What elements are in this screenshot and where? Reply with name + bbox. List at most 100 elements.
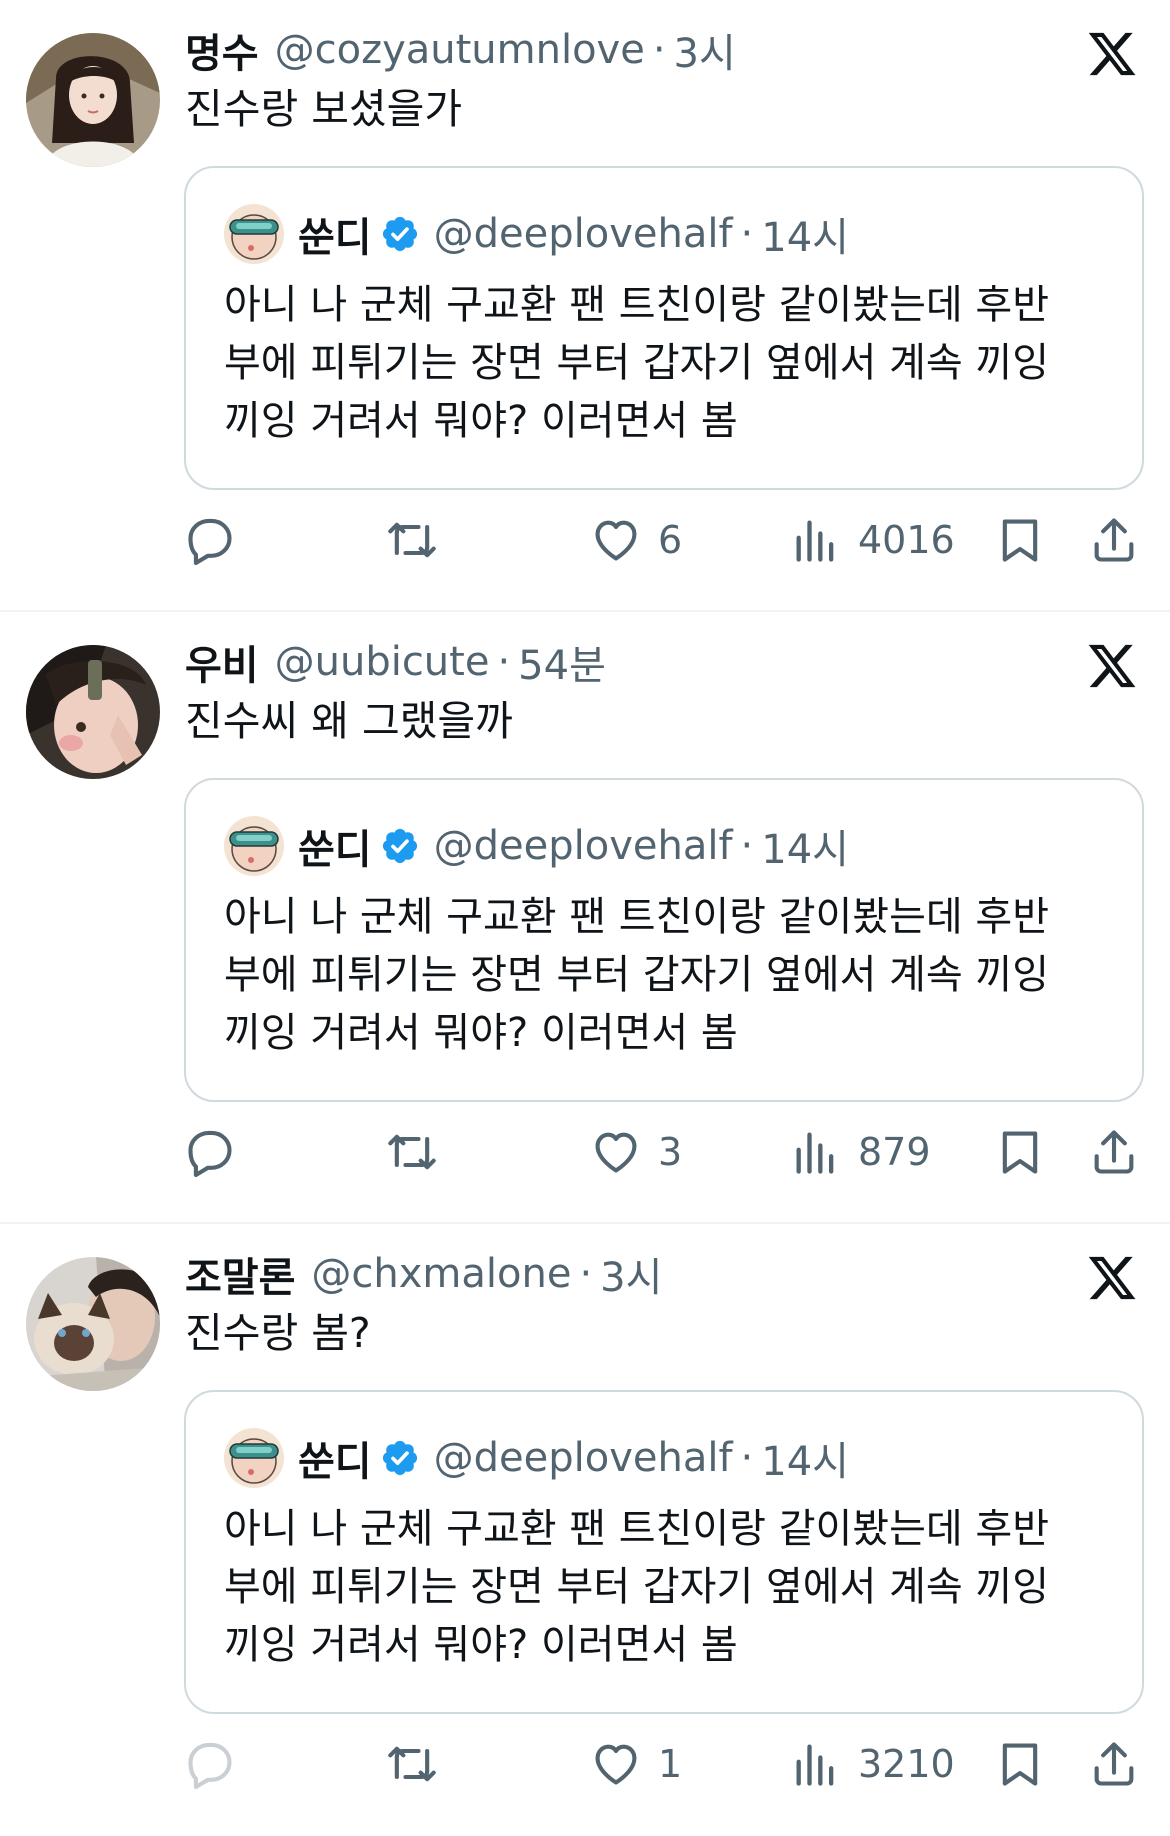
like-count: 1 (658, 1742, 683, 1786)
quoted-tweet-text: 아니 나 군체 구교환 팬 트친이랑 같이봤는데 후반 부에 피튀기는 장면 부… (224, 1500, 1124, 1674)
quoted-text-line: 끼잉 거려서 뭐야? 이러면서 봄 (224, 1010, 738, 1056)
quoted-text-line: 아니 나 군체 구교환 팬 트친이랑 같이봤는데 후반 (224, 894, 1050, 940)
display-name[interactable]: 우비 (185, 633, 259, 691)
quoted-tweet-header: 쑨디 @deeplovehalf · 14시 (224, 1428, 849, 1488)
quoted-text-line: 부에 피튀기는 장면 부터 갑자기 옆에서 계속 끼잉 (224, 340, 1050, 386)
tweet-card[interactable]: 명수 @cozyautumnlove · 3시 진수랑 보셨을가 쑨디 @dee… (0, 0, 1170, 612)
reply-icon (184, 514, 236, 566)
bookmark-icon (994, 1126, 1046, 1178)
avatar[interactable] (26, 1257, 160, 1391)
tweet-text: 진수랑 봄? (185, 1309, 371, 1357)
reply-feed: 명수 @cozyautumnlove · 3시 진수랑 보셨을가 쑨디 @dee… (0, 0, 1170, 1836)
x-logo-icon (1086, 28, 1138, 80)
share-icon (1088, 514, 1140, 566)
verified-badge-icon (380, 214, 420, 254)
tweet-header: 조말론 @chxmalone · 3시 (185, 1244, 662, 1304)
action-bar: 6 4016 (0, 505, 1170, 575)
timestamp[interactable]: 3시 (674, 21, 736, 79)
quoted-text-line: 부에 피튀기는 장면 부터 갑자기 옆에서 계속 끼잉 (224, 1564, 1050, 1610)
quoted-tweet[interactable]: 쑨디 @deeplovehalf · 14시 아니 나 군체 구교환 팬 트친이… (184, 1390, 1144, 1714)
retweet-button[interactable] (386, 1117, 438, 1187)
user-handle[interactable]: @uubicute (275, 639, 490, 685)
view-count: 3210 (858, 1742, 955, 1786)
tweet-header: 우비 @uubicute · 54분 (185, 632, 606, 692)
tweet-card[interactable]: 우비 @uubicute · 54분 진수씨 왜 그랬을까 쑨디 @deeplo… (0, 612, 1170, 1224)
views-button[interactable]: 879 (790, 1117, 931, 1187)
reply-icon (184, 1126, 236, 1178)
x-logo-icon (1086, 1252, 1138, 1304)
timestamp[interactable]: 54분 (518, 633, 606, 691)
user-handle[interactable]: @chxmalone (311, 1251, 571, 1297)
share-button[interactable] (1088, 1117, 1140, 1187)
retweet-button[interactable] (386, 505, 438, 575)
heart-icon (590, 1738, 642, 1790)
share-icon (1088, 1738, 1140, 1790)
quoted-display-name: 쑨디 (298, 215, 372, 261)
bookmark-button[interactable] (994, 1117, 1046, 1187)
bookmark-button[interactable] (994, 1729, 1046, 1799)
quoted-user-handle: @deeplovehalf (433, 823, 733, 869)
avatar[interactable] (26, 33, 160, 167)
quoted-text-line: 아니 나 군체 구교환 팬 트친이랑 같이봤는데 후반 (224, 282, 1050, 328)
views-icon (790, 514, 842, 566)
retweet-icon (386, 1126, 438, 1178)
heart-icon (590, 514, 642, 566)
separator-dot: · (497, 639, 511, 685)
quoted-display-name: 쑨디 (298, 1439, 372, 1485)
retweet-icon (386, 1738, 438, 1790)
views-icon (790, 1738, 842, 1790)
tweet-text: 진수랑 보셨을가 (185, 85, 463, 133)
quoted-timestamp: 14시 (761, 215, 849, 261)
like-count: 3 (658, 1130, 683, 1174)
action-bar: 1 3210 (0, 1729, 1170, 1799)
quoted-display-name: 쑨디 (298, 827, 372, 873)
quoted-text-line: 끼잉 거려서 뭐야? 이러면서 봄 (224, 1622, 738, 1668)
like-button[interactable]: 6 (590, 505, 682, 575)
quoted-tweet-text: 아니 나 군체 구교환 팬 트친이랑 같이봤는데 후반 부에 피튀기는 장면 부… (224, 276, 1124, 450)
verified-badge-icon (380, 1438, 420, 1478)
action-bar: 3 879 (0, 1117, 1170, 1187)
quoted-text-line: 아니 나 군체 구교환 팬 트친이랑 같이봤는데 후반 (224, 1506, 1050, 1552)
user-handle[interactable]: @cozyautumnlove (275, 27, 645, 73)
avatar[interactable] (26, 645, 160, 779)
quoted-timestamp: 14시 (761, 1439, 849, 1485)
quoted-tweet-text: 아니 나 군체 구교환 팬 트친이랑 같이봤는데 후반 부에 피튀기는 장면 부… (224, 888, 1124, 1062)
retweet-button[interactable] (386, 1729, 438, 1799)
display-name[interactable]: 명수 (185, 21, 259, 79)
heart-icon (590, 1126, 642, 1178)
reply-button[interactable] (184, 1117, 236, 1187)
separator-dot: · (740, 1435, 754, 1481)
quoted-tweet-header: 쑨디 @deeplovehalf · 14시 (224, 816, 849, 876)
like-button[interactable]: 3 (590, 1117, 682, 1187)
view-count: 4016 (858, 518, 955, 562)
display-name[interactable]: 조말론 (185, 1245, 295, 1303)
share-button[interactable] (1088, 505, 1140, 575)
quoted-tweet-header: 쑨디 @deeplovehalf · 14시 (224, 204, 849, 264)
timestamp[interactable]: 3시 (600, 1245, 662, 1303)
like-count: 6 (658, 518, 683, 562)
tweet-card[interactable]: 조말론 @chxmalone · 3시 진수랑 봄? 쑨디 @deeploveh… (0, 1224, 1170, 1836)
views-button[interactable]: 4016 (790, 505, 955, 575)
separator-dot: · (579, 1251, 593, 1297)
quoted-tweet[interactable]: 쑨디 @deeplovehalf · 14시 아니 나 군체 구교환 팬 트친이… (184, 166, 1144, 490)
bookmark-icon (994, 514, 1046, 566)
views-icon (790, 1126, 842, 1178)
quoted-avatar (224, 204, 284, 264)
separator-dot: · (740, 211, 754, 257)
views-button[interactable]: 3210 (790, 1729, 955, 1799)
verified-badge-icon (380, 826, 420, 866)
view-count: 879 (858, 1130, 931, 1174)
quoted-text-line: 끼잉 거려서 뭐야? 이러면서 봄 (224, 398, 738, 444)
reply-button[interactable] (184, 505, 236, 575)
share-button[interactable] (1088, 1729, 1140, 1799)
reply-button[interactable] (184, 1729, 236, 1799)
reply-icon (184, 1738, 236, 1790)
quoted-user-handle: @deeplovehalf (433, 1435, 733, 1481)
quoted-timestamp: 14시 (761, 827, 849, 873)
tweet-text: 진수씨 왜 그랬을까 (185, 697, 513, 745)
bookmark-button[interactable] (994, 505, 1046, 575)
like-button[interactable]: 1 (590, 1729, 682, 1799)
retweet-icon (386, 514, 438, 566)
x-logo-icon (1086, 640, 1138, 692)
quoted-tweet[interactable]: 쑨디 @deeplovehalf · 14시 아니 나 군체 구교환 팬 트친이… (184, 778, 1144, 1102)
